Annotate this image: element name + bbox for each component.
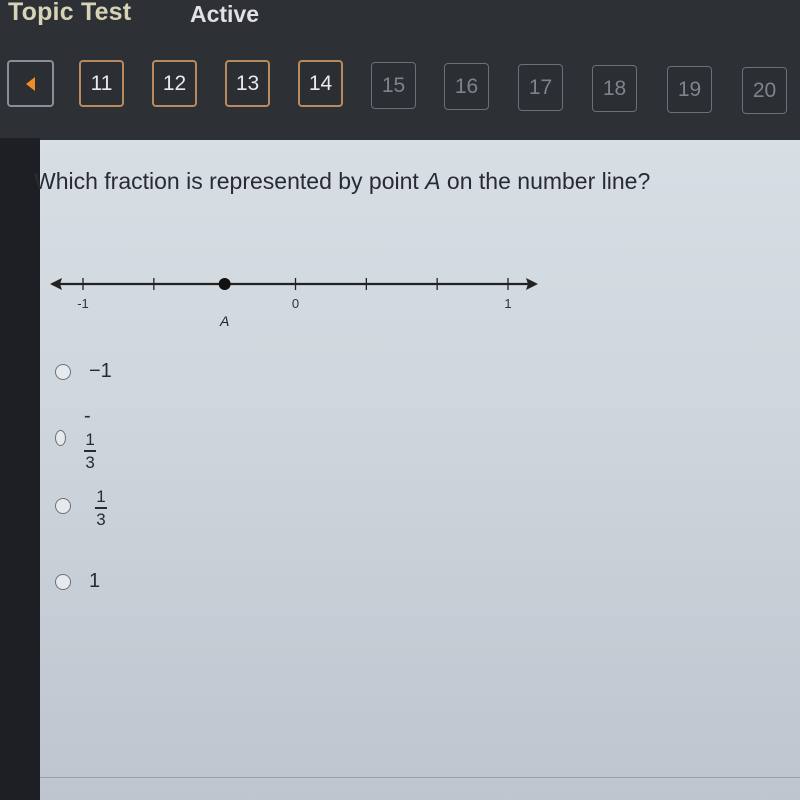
top-bar: Topic Test Active 11 12 13 14 15 16 17 1…: [0, 0, 800, 140]
question-20-button[interactable]: 20: [742, 67, 787, 114]
left-edge: [0, 138, 40, 800]
option-neg-1[interactable]: −1: [55, 360, 112, 383]
tick-label: -1: [77, 296, 89, 311]
tick-label: 1: [504, 296, 511, 311]
radio-button[interactable]: [55, 498, 71, 515]
left-triangle-icon: [26, 76, 35, 91]
question-11-button[interactable]: 11: [79, 60, 124, 107]
question-18-button[interactable]: 18: [592, 65, 637, 112]
option-1[interactable]: 1: [55, 570, 100, 593]
option-neg-one-third[interactable]: - 1 3: [55, 405, 101, 471]
question-12-button[interactable]: 12: [152, 60, 197, 107]
question-17-button[interactable]: 17: [518, 64, 563, 111]
radio-button[interactable]: [55, 363, 71, 380]
question-19-button[interactable]: 19: [667, 66, 712, 113]
footer-divider: [40, 777, 800, 778]
question-text: Which fraction is represented by point A…: [34, 168, 651, 194]
radio-button[interactable]: [55, 573, 71, 590]
point-name: A: [425, 168, 441, 194]
tick-label: 0: [292, 296, 299, 311]
point-a-marker: [218, 278, 231, 290]
radio-button[interactable]: [55, 429, 67, 446]
option-one-third[interactable]: 1 3: [55, 485, 107, 528]
number-line: -1 0 1 A: [50, 278, 538, 329]
question-13-button[interactable]: 13: [225, 60, 270, 107]
back-button[interactable]: [7, 60, 54, 107]
question-panel: Which fraction is represented by point A…: [34, 140, 800, 800]
question-14-button[interactable]: 14: [298, 60, 343, 107]
test-title: Topic Test: [8, 0, 132, 26]
fraction: 1 3: [95, 487, 107, 529]
point-a-label: A: [219, 313, 229, 329]
question-16-button[interactable]: 16: [444, 63, 489, 110]
fraction: 1 3: [84, 430, 97, 472]
question-15-button[interactable]: 15: [371, 62, 416, 109]
test-status: Active: [190, 1, 260, 27]
